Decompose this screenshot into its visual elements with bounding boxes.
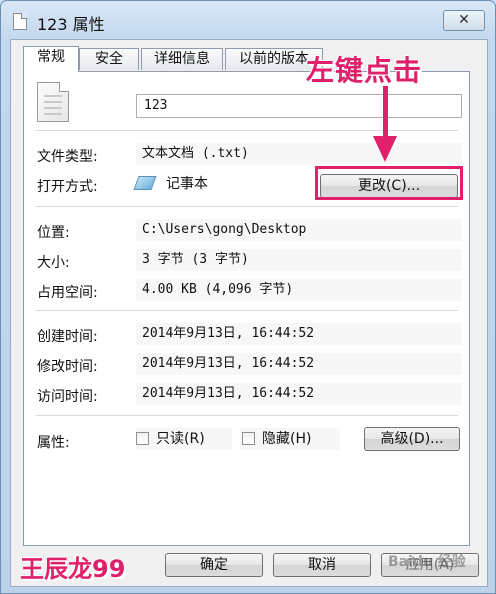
created-label: 创建时间: — [37, 329, 98, 345]
file-type-label: 文件类型: — [37, 149, 98, 165]
callout-text: 左键点击 — [306, 54, 423, 87]
separator — [36, 206, 458, 207]
location-value: C:\Users\gong\Desktop — [136, 219, 462, 241]
disk-size-value: 4.00 KB (4,096 字节) — [136, 279, 462, 301]
site-logo-watermark: Baidu 经验 — [388, 554, 466, 570]
general-panel: 123 文件类型: 文本文档 (.txt) 打开方式: 记事本 更改(C)...… — [23, 71, 470, 546]
separator — [36, 415, 458, 416]
text-file-icon — [13, 13, 27, 30]
readonly-label: 只读(R) — [156, 431, 205, 447]
dialog-client: 常规 安全 详细信息 以前的版本 123 文件类型: 文本文档 (.txt) 打… — [10, 39, 488, 587]
close-button[interactable]: ✕ — [443, 10, 485, 31]
location-label: 位置: — [37, 225, 70, 241]
cancel-button[interactable]: 取消 — [273, 553, 371, 577]
disk-size-label: 占用空间: — [37, 285, 98, 301]
ok-button[interactable]: 确定 — [165, 553, 263, 577]
callout-arrow-head — [373, 136, 397, 162]
modified-label: 修改时间: — [37, 359, 98, 375]
accessed-label: 访问时间: — [37, 389, 98, 405]
created-value: 2014年9月13日, 16:44:52 — [136, 323, 462, 345]
title-bar[interactable]: 123 属性 ✕ — [1, 1, 496, 39]
file-type-value: 文本文档 (.txt) — [136, 143, 462, 165]
tab-details[interactable]: 详细信息 — [141, 48, 223, 70]
tab-general[interactable]: 常规 — [23, 46, 79, 72]
readonly-row[interactable]: 只读(R) — [136, 428, 232, 450]
document-icon — [37, 82, 69, 122]
attributes-label: 属性: — [37, 435, 70, 451]
advanced-button[interactable]: 高级(D)... — [364, 427, 460, 451]
separator — [36, 130, 458, 131]
window-title: 123 属性 — [37, 15, 105, 34]
readonly-checkbox[interactable] — [136, 432, 149, 445]
size-value: 3 字节 (3 字节) — [136, 249, 462, 271]
author-watermark: 王辰龙99 — [20, 555, 126, 583]
notepad-icon — [133, 176, 157, 190]
properties-window: 123 属性 ✕ 常规 安全 详细信息 以前的版本 123 文件类型: 文本文档… — [0, 0, 496, 594]
opens-with-value: 记事本 — [166, 176, 208, 192]
hidden-checkbox[interactable] — [242, 432, 255, 445]
file-name-input[interactable]: 123 — [136, 94, 462, 118]
change-button-highlight — [315, 166, 463, 200]
separator — [36, 310, 458, 311]
size-label: 大小: — [37, 255, 70, 271]
hidden-label: 隐藏(H) — [262, 431, 312, 447]
modified-value: 2014年9月13日, 16:44:52 — [136, 353, 462, 375]
tab-security[interactable]: 安全 — [79, 48, 139, 70]
callout-arrow — [383, 86, 388, 136]
close-icon: ✕ — [458, 12, 470, 28]
opens-with-label: 打开方式: — [37, 179, 98, 195]
accessed-value: 2014年9月13日, 16:44:52 — [136, 383, 462, 405]
hidden-row[interactable]: 隐藏(H) — [240, 428, 340, 450]
